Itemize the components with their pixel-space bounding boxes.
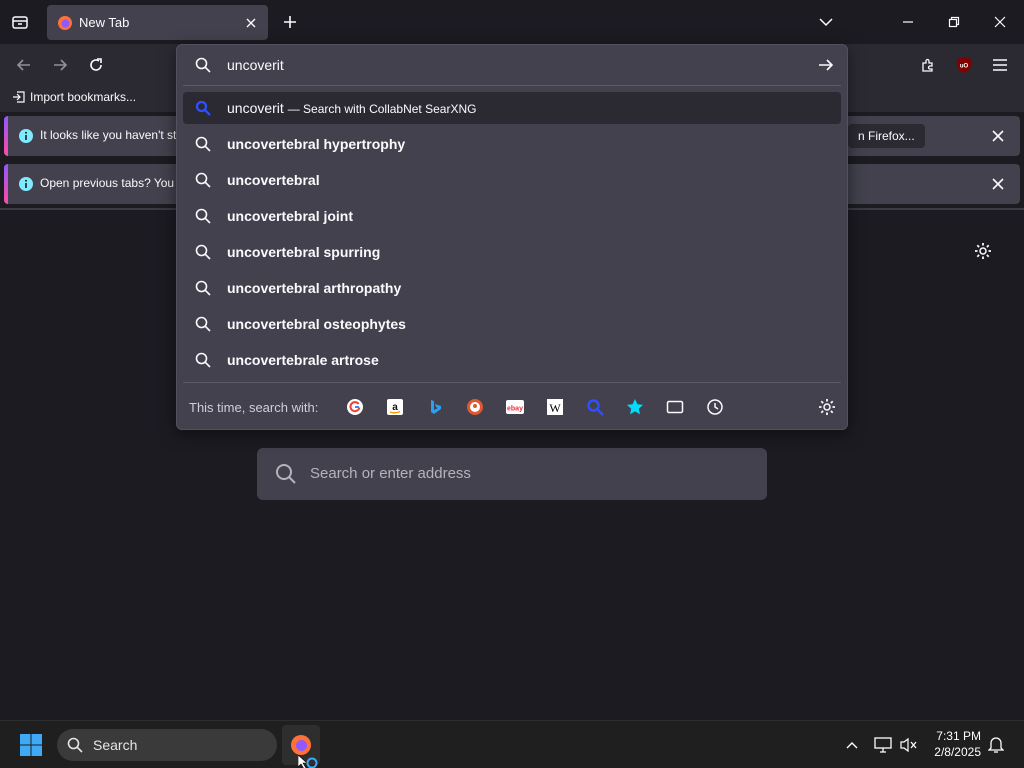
suggestion-text: uncovertebrale artrose [227,352,379,368]
info-icon [18,128,34,144]
search-icon [195,172,211,188]
search-icon [195,316,211,332]
forward-arrow-icon[interactable] [48,53,72,77]
result-search-with-engine[interactable]: uncoverit — Search with CollabNet SearXN… [183,92,841,124]
duckduckgo-icon[interactable] [464,396,486,418]
searxng-icon[interactable] [584,396,606,418]
notification-bell-icon[interactable] [986,735,1006,755]
notification-message: It looks like you haven't st [40,128,177,142]
new-tab-button[interactable] [278,10,302,34]
suggestion-text: uncovertebral joint [227,208,354,224]
notification-action-button[interactable]: n Firefox... [848,124,925,148]
result-suggestion[interactable]: uncovertebrale artrose [183,344,841,376]
ntp-search-placeholder: Search or enter address [310,465,471,482]
result-suggestion[interactable]: uncovertebral hypertrophy [183,128,841,160]
search-icon [195,208,211,224]
hamburger-menu-icon[interactable] [988,53,1012,77]
tab-title: New Tab [79,15,130,30]
svg-text:ebay: ebay [507,406,523,413]
ntp-settings-gear-icon[interactable] [971,239,995,263]
close-notification-icon[interactable] [988,174,1008,194]
ublock-origin-icon[interactable]: uO [952,53,976,77]
search-icon [195,57,211,73]
ebay-icon[interactable]: ebay [504,396,526,418]
google-icon[interactable] [344,396,366,418]
extensions-puzzle-icon[interactable] [916,53,940,77]
plus-icon [284,16,296,28]
minimize-icon[interactable] [896,10,920,34]
search-settings-gear-icon[interactable] [816,396,838,418]
notification-accent [4,164,8,204]
suggestion-text: uncovertebral arthropathy [227,280,402,296]
clock-time[interactable]: 7:31 PM [936,729,981,743]
bing-icon[interactable] [424,396,446,418]
urlbar-input-row[interactable]: uncoverit [177,45,847,85]
suggestion-text: uncovertebral hypertrophy [227,136,406,152]
svg-text:a: a [392,402,398,413]
close-notification-icon[interactable] [988,126,1008,146]
tabs-icon[interactable] [664,396,686,418]
import-icon [13,91,25,103]
import-bookmarks-button[interactable]: Import bookmarks... [12,90,136,104]
result-suggestion[interactable]: uncovertebral osteophytes [183,308,841,340]
result-suggestion[interactable]: uncovertebral [183,164,841,196]
clock-date[interactable]: 2/8/2025 [934,745,981,759]
taskbar-search-label: Search [93,737,138,753]
windows-start-icon[interactable] [18,732,44,758]
suggestion-text: uncovertebral [227,172,320,188]
reload-icon[interactable] [84,53,108,77]
suggestion-text: uncovertebral spurring [227,244,381,260]
search-icon [275,463,297,485]
volume-muted-icon[interactable] [899,735,919,755]
close-window-icon[interactable] [988,10,1012,34]
info-icon [18,176,34,192]
urlbar-input[interactable]: uncoverit [227,57,284,73]
taskbar-search-box[interactable]: Search [57,729,277,761]
search-icon [67,737,83,753]
restore-icon[interactable] [942,10,966,34]
windows-taskbar: Search 7:31 PM 2/8/2025 [0,720,1024,768]
notification-message: Open previous tabs? You c [40,176,184,190]
svg-text:W: W [549,401,561,415]
amazon-icon[interactable]: a [384,396,406,418]
oneoff-label: This time, search with: [189,400,319,415]
result-engine-suffix: — Search with CollabNet SearXNG [287,102,477,116]
history-icon[interactable] [704,396,726,418]
suggestion-text: uncovertebral osteophytes [227,316,406,332]
back-arrow-icon[interactable] [12,53,36,77]
wikipedia-icon[interactable]: W [544,396,566,418]
result-suggestion[interactable]: uncovertebral spurring [183,236,841,268]
result-text: uncoverit — Search with CollabNet SearXN… [227,100,476,116]
close-tab-icon[interactable] [239,11,263,35]
urlbar-dropdown: uncoverit uncoverit — Search with Collab… [176,44,848,430]
mouse-cursor-icon [298,755,318,768]
tab-new-tab[interactable]: New Tab [47,5,268,40]
show-hidden-icons-chevron-icon[interactable] [842,735,862,755]
tab-strip: New Tab [0,0,1024,44]
oneoff-separator [183,382,841,383]
svg-text:uO: uO [960,64,969,70]
ntp-search-box[interactable]: Search or enter address [257,448,767,500]
searxng-icon [195,100,211,116]
import-bookmarks-label: Import bookmarks... [30,90,137,104]
result-query: uncoverit [227,100,284,116]
result-suggestion[interactable]: uncovertebral joint [183,200,841,232]
search-icon [195,244,211,260]
search-icon [195,352,211,368]
bookmarks-icon[interactable] [624,396,646,418]
result-suggestion[interactable]: uncovertebral arthropathy [183,272,841,304]
list-all-tabs-chevron-icon[interactable] [814,10,838,34]
search-icon [195,136,211,152]
urlbar-separator [183,85,841,86]
firefox-view-icon[interactable] [8,10,32,34]
go-arrow-icon[interactable] [817,56,835,74]
search-icon [195,280,211,296]
firefox-icon [57,15,73,31]
network-icon[interactable] [873,735,893,755]
notification-accent [4,116,8,156]
